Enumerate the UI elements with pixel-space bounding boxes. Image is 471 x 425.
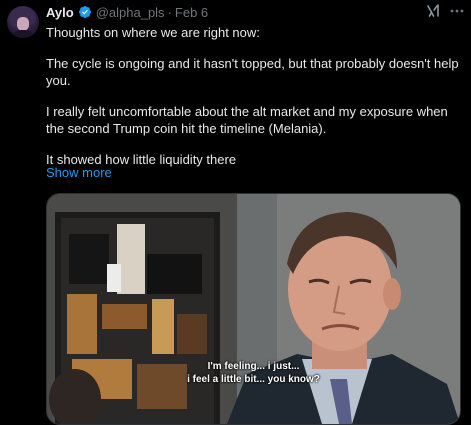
video-still: [47, 194, 460, 424]
tweet-paragraph: I really felt uncomfortable about the al…: [46, 104, 448, 136]
separator-dot: ·: [167, 4, 172, 20]
subtitle-line: I'm feeling... i just...: [207, 361, 300, 372]
avatar-face: [17, 17, 29, 31]
handle[interactable]: @alpha_pls: [96, 5, 165, 20]
show-more-link[interactable]: Show more: [46, 165, 112, 180]
display-name[interactable]: Aylo: [46, 5, 74, 20]
tweet-paragraph: Thoughts on where we are right now:: [46, 25, 260, 40]
tweet-text: Thoughts on where we are right now: The …: [46, 24, 464, 182]
tweet-header: Aylo @alpha_pls · Feb 6: [46, 4, 208, 20]
video-subtitle: I'm feeling... i just... i feel a little…: [47, 360, 460, 386]
grok-icon[interactable]: [425, 3, 441, 19]
tweet-paragraph: The cycle is ongoing and it hasn't toppe…: [46, 56, 459, 88]
tweet[interactable]: Aylo @alpha_pls · Feb 6 Thoughts on wher…: [0, 0, 471, 425]
media-image[interactable]: I'm feeling... i just... i feel a little…: [46, 193, 461, 425]
avatar[interactable]: [7, 6, 39, 38]
avatar-body: [11, 30, 35, 38]
subtitle-line: i feel a little bit... you know?: [187, 374, 320, 385]
post-date[interactable]: Feb 6: [175, 5, 208, 20]
more-options-icon[interactable]: [449, 3, 465, 19]
verified-badge-icon[interactable]: [78, 5, 92, 19]
